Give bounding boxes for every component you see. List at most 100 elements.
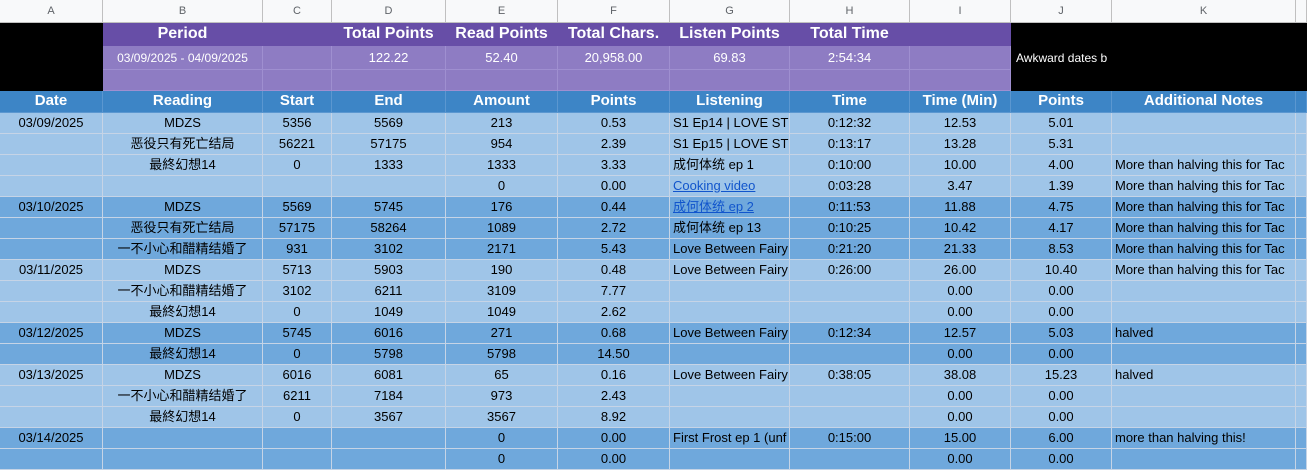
summary-side-note[interactable]: Awkward dates b bbox=[1013, 46, 1113, 70]
table-header-start[interactable]: Start bbox=[263, 91, 332, 113]
cell-time-min[interactable]: 0.00 bbox=[910, 302, 1011, 323]
cell-start[interactable]: 3102 bbox=[263, 281, 332, 302]
cell-reading[interactable]: MDZS bbox=[103, 197, 263, 218]
cell-time-min[interactable]: 0.00 bbox=[910, 386, 1011, 407]
cell-start[interactable]: 5569 bbox=[263, 197, 332, 218]
cell-time-min[interactable]: 12.57 bbox=[910, 323, 1011, 344]
cell-listen-points[interactable]: 4.00 bbox=[1011, 155, 1112, 176]
cell-end[interactable]: 57175 bbox=[332, 134, 446, 155]
cell-points[interactable]: 2.62 bbox=[558, 302, 670, 323]
cell-time-min[interactable]: 0.00 bbox=[910, 281, 1011, 302]
cell-amount[interactable]: 0 bbox=[446, 428, 558, 449]
table-header-amount[interactable]: Amount bbox=[446, 91, 558, 113]
cell-points[interactable]: 5.43 bbox=[558, 239, 670, 260]
cell-reading[interactable]: MDZS bbox=[103, 113, 263, 134]
cell-time[interactable]: 0:03:28 bbox=[790, 176, 910, 197]
cell-points[interactable]: 0.44 bbox=[558, 197, 670, 218]
summary-header-1[interactable] bbox=[263, 23, 332, 46]
cell-amount[interactable]: 213 bbox=[446, 113, 558, 134]
cell-time[interactable]: 0:21:20 bbox=[790, 239, 910, 260]
cell-time-min[interactable]: 0.00 bbox=[910, 449, 1011, 470]
cell-date[interactable] bbox=[0, 407, 103, 428]
cell-end[interactable]: 6016 bbox=[332, 323, 446, 344]
cell-listen-points[interactable]: 5.03 bbox=[1011, 323, 1112, 344]
cell-notes[interactable]: More than halving this for Tac bbox=[1112, 260, 1296, 281]
cell-date[interactable] bbox=[0, 302, 103, 323]
cell-notes[interactable] bbox=[1112, 386, 1296, 407]
cell-time[interactable]: 0:15:00 bbox=[790, 428, 910, 449]
cell-start[interactable] bbox=[263, 428, 332, 449]
cell-end[interactable]: 58264 bbox=[332, 218, 446, 239]
cell-time-min[interactable]: 21.33 bbox=[910, 239, 1011, 260]
cell-time[interactable]: 0:26:00 bbox=[790, 260, 910, 281]
cell-notes[interactable] bbox=[1112, 134, 1296, 155]
cell-listening[interactable]: S1 Ep14 | LOVE ST bbox=[670, 113, 790, 134]
cell-amount[interactable]: 3567 bbox=[446, 407, 558, 428]
cell-amount[interactable]: 0 bbox=[446, 449, 558, 470]
cell-listen-points[interactable]: 0.00 bbox=[1011, 449, 1112, 470]
cell-end[interactable]: 1049 bbox=[332, 302, 446, 323]
cell-amount[interactable]: 1049 bbox=[446, 302, 558, 323]
cell-points[interactable]: 0.00 bbox=[558, 449, 670, 470]
table-header-time[interactable]: Time bbox=[790, 91, 910, 113]
cell-amount[interactable]: 271 bbox=[446, 323, 558, 344]
cell-amount[interactable]: 176 bbox=[446, 197, 558, 218]
cell-start[interactable] bbox=[263, 176, 332, 197]
cell-notes[interactable]: More than halving this for Tac bbox=[1112, 239, 1296, 260]
column-header-f[interactable]: F bbox=[558, 0, 670, 23]
column-header-g[interactable]: G bbox=[670, 0, 790, 23]
summary-header-4[interactable]: Total Chars. bbox=[558, 23, 670, 46]
cell-amount[interactable]: 954 bbox=[446, 134, 558, 155]
cell-start[interactable]: 0 bbox=[263, 344, 332, 365]
cell-amount[interactable]: 2171 bbox=[446, 239, 558, 260]
cell-listening[interactable] bbox=[670, 281, 790, 302]
cell-time[interactable]: 0:11:53 bbox=[790, 197, 910, 218]
cell-reading[interactable] bbox=[103, 176, 263, 197]
cell-points[interactable]: 2.43 bbox=[558, 386, 670, 407]
cell-start[interactable] bbox=[263, 449, 332, 470]
cell-listen-points[interactable]: 15.23 bbox=[1011, 365, 1112, 386]
cell-time-min[interactable]: 38.08 bbox=[910, 365, 1011, 386]
summary-empty-7[interactable] bbox=[910, 70, 1011, 91]
cell-date[interactable]: 03/10/2025 bbox=[0, 197, 103, 218]
cell-reading[interactable]: 恶役只有死亡结局 bbox=[103, 218, 263, 239]
cell-points[interactable]: 8.92 bbox=[558, 407, 670, 428]
cell-notes[interactable]: More than halving this for Tac bbox=[1112, 155, 1296, 176]
cell-time-min[interactable]: 3.47 bbox=[910, 176, 1011, 197]
column-header-b[interactable]: B bbox=[103, 0, 263, 23]
column-header-k[interactable]: K bbox=[1112, 0, 1296, 23]
cell-notes[interactable] bbox=[1112, 113, 1296, 134]
cell-reading[interactable]: 一不小心和醋精结婚了 bbox=[103, 239, 263, 260]
cell-listen-points[interactable]: 0.00 bbox=[1011, 407, 1112, 428]
cell-points[interactable]: 0.00 bbox=[558, 176, 670, 197]
cell-reading[interactable]: 恶役只有死亡结局 bbox=[103, 134, 263, 155]
cell-end[interactable] bbox=[332, 176, 446, 197]
column-header-d[interactable]: D bbox=[332, 0, 446, 23]
summary-value-0[interactable]: 03/09/2025 - 04/09/2025 bbox=[103, 46, 263, 70]
summary-empty-2[interactable] bbox=[332, 70, 446, 91]
cell-end[interactable]: 3567 bbox=[332, 407, 446, 428]
cell-time[interactable]: 0:12:34 bbox=[790, 323, 910, 344]
cell-date[interactable] bbox=[0, 218, 103, 239]
cell-listening[interactable] bbox=[670, 386, 790, 407]
cell-date[interactable] bbox=[0, 134, 103, 155]
listening-link-cell[interactable]: 成何体统 ep 2 bbox=[670, 197, 790, 218]
cell-notes[interactable]: More than halving this for Tac bbox=[1112, 197, 1296, 218]
cell-reading[interactable]: 最終幻想14 bbox=[103, 302, 263, 323]
table-header-date[interactable]: Date bbox=[0, 91, 103, 113]
cell-time-min[interactable]: 15.00 bbox=[910, 428, 1011, 449]
cell-listening[interactable]: 成何体统 ep 1 bbox=[670, 155, 790, 176]
column-header-h[interactable]: H bbox=[790, 0, 910, 23]
cell-start[interactable]: 5745 bbox=[263, 323, 332, 344]
cell-notes[interactable] bbox=[1112, 449, 1296, 470]
cell-amount[interactable]: 65 bbox=[446, 365, 558, 386]
cell-amount[interactable]: 5798 bbox=[446, 344, 558, 365]
table-header-points[interactable]: Points bbox=[558, 91, 670, 113]
cell-date[interactable]: 03/11/2025 bbox=[0, 260, 103, 281]
cell-points[interactable]: 3.33 bbox=[558, 155, 670, 176]
summary-empty-3[interactable] bbox=[446, 70, 558, 91]
cell-notes[interactable]: More than halving this for Tac bbox=[1112, 176, 1296, 197]
listening-link-cell[interactable]: Cooking video bbox=[670, 176, 790, 197]
cell-listen-points[interactable]: 6.00 bbox=[1011, 428, 1112, 449]
cell-listen-points[interactable]: 10.40 bbox=[1011, 260, 1112, 281]
